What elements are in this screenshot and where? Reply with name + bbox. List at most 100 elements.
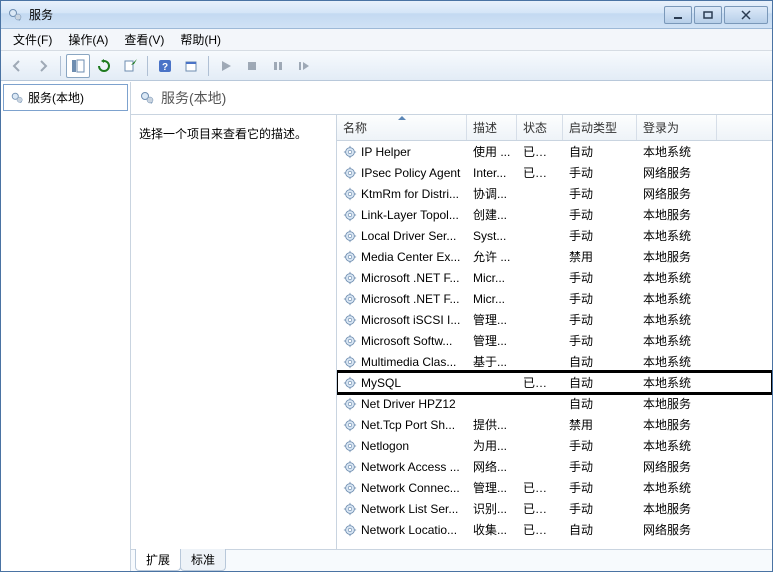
service-row[interactable]: IP Helper使用 ...已启动自动本地系统: [337, 141, 772, 162]
cell-status: 已启动: [517, 479, 563, 496]
service-row[interactable]: Microsoft .NET F... Micr... 手动本地系统: [337, 267, 772, 288]
stop-service-button[interactable]: [240, 54, 264, 78]
menu-bar: 文件(F) 操作(A) 查看(V) 帮助(H): [1, 29, 772, 51]
service-row[interactable]: Multimedia Clas...基于...自动本地系统: [337, 351, 772, 372]
service-row[interactable]: Microsoft iSCSI I...管理...手动本地系统: [337, 309, 772, 330]
menu-action[interactable]: 操作(A): [60, 29, 116, 50]
cell-startup: 手动: [563, 185, 637, 202]
service-row[interactable]: Netlogon为用...手动本地系统: [337, 435, 772, 456]
maximize-button[interactable]: [694, 6, 722, 24]
services-window: 服务 文件(F) 操作(A) 查看(V) 帮助(H) ?: [0, 0, 773, 572]
service-row[interactable]: Network Access ...网络...手动网络服务: [337, 456, 772, 477]
cell-description: 提供...: [467, 416, 517, 433]
cell-startup: 手动: [563, 311, 637, 328]
column-headers: 名称 描述 状态 启动类型 登录为: [337, 115, 772, 141]
gear-icon: [343, 481, 357, 495]
service-row[interactable]: MySQL已启动自动本地系统: [337, 372, 772, 393]
menu-help[interactable]: 帮助(H): [172, 29, 229, 50]
cell-description: 管理...: [467, 332, 517, 349]
service-row[interactable]: Network List Ser...识别...已启动手动本地服务: [337, 498, 772, 519]
service-row[interactable]: Local Driver Ser...Syst...手动本地系统: [337, 225, 772, 246]
cell-description: Micr...: [467, 271, 517, 285]
tree-root-services-local[interactable]: 服务(本地): [3, 84, 128, 111]
service-name-text: Microsoft iSCSI I...: [361, 313, 460, 327]
refresh-button[interactable]: [92, 54, 116, 78]
details-content: 选择一个项目来查看它的描述。 名称 描述 状态 启动类型 登录为 IP Help…: [131, 114, 772, 549]
service-row[interactable]: Net.Tcp Port Sh...提供...禁用本地服务: [337, 414, 772, 435]
start-service-button[interactable]: [214, 54, 238, 78]
service-name-text: Network Locatio...: [361, 523, 457, 537]
cell-name: IPsec Policy Agent: [337, 166, 467, 180]
gear-icon: [10, 91, 24, 105]
col-header-name[interactable]: 名称: [337, 115, 467, 140]
help-button[interactable]: ?: [153, 54, 177, 78]
gear-icon: [343, 313, 357, 327]
service-row[interactable]: Microsoft Softw...管理...手动本地系统: [337, 330, 772, 351]
close-button[interactable]: [724, 6, 768, 24]
service-row[interactable]: KtmRm for Distri...协调...手动网络服务: [337, 183, 772, 204]
cell-logon: 本地系统: [637, 290, 717, 307]
cell-logon: 本地系统: [637, 374, 717, 391]
service-row[interactable]: IPsec Policy AgentInter...已启动手动网络服务: [337, 162, 772, 183]
service-row[interactable]: Media Center Ex...允许 ...禁用本地服务: [337, 246, 772, 267]
view-tabs: 扩展 标准: [131, 549, 772, 571]
cell-name: Network Access ...: [337, 460, 467, 474]
service-name-text: Microsoft .NET F...: [361, 271, 459, 285]
cell-logon: 本地服务: [637, 248, 717, 265]
gear-icon: [343, 208, 357, 222]
service-row[interactable]: Microsoft .NET F...Micr...手动本地系统: [337, 288, 772, 309]
cell-status: 已启动: [517, 521, 563, 538]
back-button[interactable]: [5, 54, 29, 78]
details-heading-label: 服务(本地): [161, 88, 226, 108]
toolbar-separator: [60, 56, 61, 76]
service-row[interactable]: Network Locatio...收集...已启动自动网络服务: [337, 519, 772, 540]
cell-description: Inter...: [467, 166, 517, 180]
restart-service-button[interactable]: [292, 54, 316, 78]
service-name-text: Multimedia Clas...: [361, 355, 456, 369]
cell-name: Microsoft .NET F...: [337, 292, 467, 306]
cell-logon: 本地系统: [637, 269, 717, 286]
cell-description: 收集...: [467, 521, 517, 538]
cell-startup: 手动: [563, 458, 637, 475]
show-hide-tree-button[interactable]: [66, 54, 90, 78]
cell-startup: 自动: [563, 353, 637, 370]
cell-logon: 本地服务: [637, 416, 717, 433]
cell-startup: 手动: [563, 269, 637, 286]
gear-icon: [343, 376, 357, 390]
properties-button[interactable]: [179, 54, 203, 78]
cell-status: 已启动: [517, 164, 563, 181]
cell-description: 创建...: [467, 206, 517, 223]
pause-service-button[interactable]: [266, 54, 290, 78]
gear-icon: [343, 250, 357, 264]
col-header-description[interactable]: 描述: [467, 115, 517, 140]
col-header-startup[interactable]: 启动类型: [563, 115, 637, 140]
col-header-logon[interactable]: 登录为: [637, 115, 717, 140]
cell-name: Net Driver HPZ12: [337, 397, 467, 411]
minimize-button[interactable]: [664, 6, 692, 24]
col-header-status[interactable]: 状态: [517, 115, 563, 140]
toolbar: ?: [1, 51, 772, 81]
cell-name: Microsoft Softw...: [337, 334, 467, 348]
service-row[interactable]: Link-Layer Topol...创建...手动本地服务: [337, 204, 772, 225]
tab-extended[interactable]: 扩展: [135, 549, 181, 571]
service-row[interactable]: Network Connec...管理...已启动手动本地系统: [337, 477, 772, 498]
cell-logon: 网络服务: [637, 164, 717, 181]
tab-standard[interactable]: 标准: [180, 549, 226, 571]
gear-icon: [343, 187, 357, 201]
forward-button[interactable]: [31, 54, 55, 78]
cell-startup: 手动: [563, 437, 637, 454]
cell-logon: 网络服务: [637, 185, 717, 202]
cell-startup: 禁用: [563, 416, 637, 433]
service-name-text: MySQL: [361, 376, 401, 390]
cell-description: 网络...: [467, 458, 517, 475]
services-list: 名称 描述 状态 启动类型 登录为 IP Helper使用 ...已启动自动本地…: [336, 115, 772, 549]
toolbar-separator: [208, 56, 209, 76]
export-list-button[interactable]: [118, 54, 142, 78]
menu-file[interactable]: 文件(F): [5, 29, 60, 50]
service-row[interactable]: Net Driver HPZ12自动本地服务: [337, 393, 772, 414]
cell-logon: 本地系统: [637, 311, 717, 328]
gear-icon: [343, 523, 357, 537]
cell-name: KtmRm for Distri...: [337, 187, 467, 201]
menu-view[interactable]: 查看(V): [116, 29, 172, 50]
gear-icon: [343, 418, 357, 432]
